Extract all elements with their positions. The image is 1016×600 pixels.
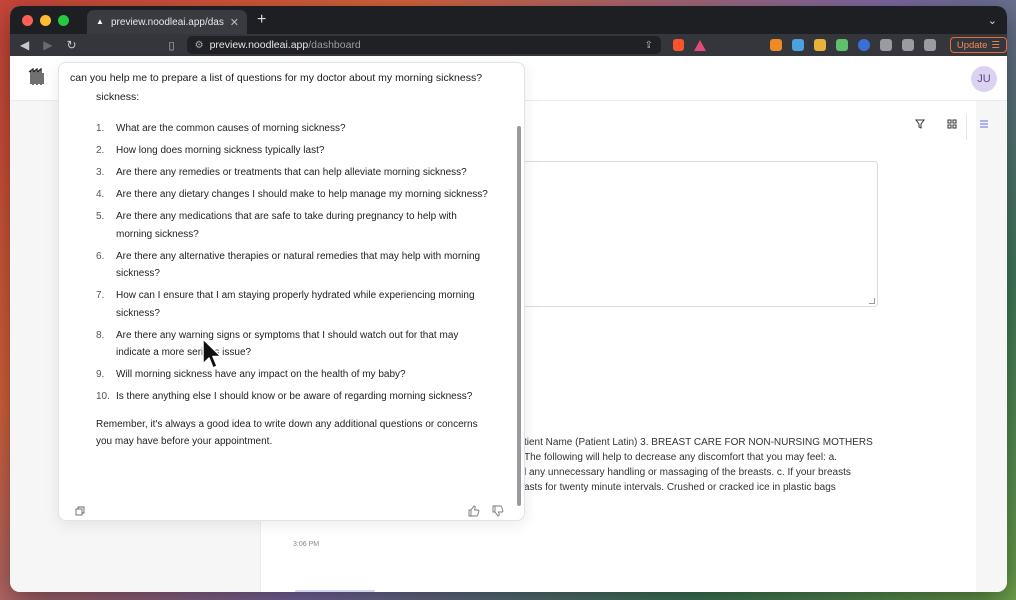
address-bar[interactable]: ⚙ preview.noodleai.app/dashboard ⇪ [186,36,661,54]
forward-icon[interactable]: ▶ [43,38,52,52]
list-text: How can I ensure that I am staying prope… [116,290,475,319]
avatar[interactable]: JU [971,66,997,92]
extensions [769,39,936,51]
document-line: asts for twenty minute intervals. Crushe… [524,482,836,493]
response-intro-fragment: sickness: [96,91,140,103]
bookmark-icon[interactable]: ▯ [169,39,175,52]
thumbs-up-icon[interactable] [468,505,480,517]
scroll-indicator [295,590,375,592]
response-content: sickness: 1. What are the common causes o… [96,91,496,451]
sidebar-icon[interactable] [901,39,914,51]
back-icon[interactable]: ◀ [20,38,29,52]
response-closing: Remember, it's always a good idea to wri… [96,418,478,448]
mouse-cursor-icon [202,338,222,369]
list-number: 8. [96,329,105,341]
document-line: l any unnecessary handling or massaging … [524,467,851,478]
minimize-window-button[interactable] [40,14,51,26]
list-view-icon[interactable] [979,119,989,132]
list-text: Is there anything else I should know or … [116,391,473,402]
list-item: 3. Are there any remedies or treatments t… [96,164,496,182]
browser-tab[interactable]: ▲ preview.noodleai.app/dashboa ✕ [87,10,247,34]
document-line: tient Name (Patient Latin) 3. BREAST CAR… [524,437,873,448]
chat-response-panel: can you help me to prepare a list of que… [58,62,525,521]
extension-icon[interactable] [791,39,804,51]
list-item: 4. Are there any dietary changes I should… [96,186,496,204]
list-number: 4. [96,189,105,200]
list-number: 5. [96,211,105,222]
list-item: 2. How long does morning sickness typical… [96,142,496,160]
user-question: can you help me to prepare a list of que… [70,72,483,84]
update-button[interactable]: Update ☰ [949,37,1007,53]
tab-list-chevron-icon[interactable]: ⌄ [988,14,997,27]
zoom-window-button[interactable] [58,14,69,26]
background-document-text: tient Name (Patient Latin) 3. BREAST CAR… [524,435,884,495]
browser-window: ▲ preview.noodleai.app/dashboa ✕ + ⌄ ◀ ▶… [10,6,1007,592]
list-text: Are there any medications that are safe … [116,211,457,240]
list-number: 3. [96,167,105,178]
app-page: JU tient Name (Patient Latin) 3. BREAST … [10,56,1007,592]
site-settings-icon[interactable]: ⚙ [195,40,204,51]
scrollbar[interactable] [517,126,521,506]
list-text: Are there any remedies or treatments tha… [116,167,467,178]
list-item: 6. Are there any alternative therapies or… [96,248,496,283]
puzzle-icon[interactable] [879,39,892,51]
extension-icon[interactable] [769,39,782,51]
brave-shields-icon[interactable] [672,39,684,51]
question-list: 1. What are the common causes of morning … [96,120,496,406]
list-item: 8. Are there any warning signs or symptom… [96,327,496,362]
list-text: Will morning sickness have any impact on… [116,369,406,380]
list-item: 7. How can I ensure that I am staying pro… [96,287,496,322]
document-line: The following will help to decrease any … [524,452,837,463]
brave-rewards-icon[interactable] [693,39,706,51]
note-textarea[interactable] [522,161,878,307]
list-number: 6. [96,250,105,262]
app-logo-icon[interactable] [28,68,44,86]
resize-handle-icon[interactable] [869,298,875,304]
copy-icon[interactable] [75,506,85,516]
extension-icon[interactable] [813,39,826,51]
list-text: How long does morning sickness typically… [116,145,325,156]
browser-toolbar: ◀ ▶ ↻ ▯ ⚙ preview.noodleai.app/dashboard… [10,34,1007,56]
list-item: 10. Is there anything else I should know … [96,388,496,406]
list-number: 7. [96,290,105,301]
grid-view-icon[interactable] [947,119,957,132]
list-number: 1. [96,123,105,134]
close-window-button[interactable] [22,14,33,26]
update-label: Update [956,39,988,51]
list-number: 10. [96,391,110,402]
list-text: Are there any alternative therapies or n… [116,250,481,280]
list-text: Are there any dietary changes I should m… [116,189,488,200]
extension-icon[interactable] [857,39,870,51]
wallet-icon[interactable] [923,39,936,51]
tab-bar: ▲ preview.noodleai.app/dashboa ✕ + ⌄ [10,6,1007,34]
filter-icon[interactable] [915,119,925,132]
window-controls [22,14,69,26]
message-timestamp: 3:06 PM [293,541,320,548]
nav-buttons: ◀ ▶ ↻ [20,38,77,52]
menu-icon: ☰ [991,39,1000,51]
new-tab-icon[interactable]: + [257,11,266,29]
thumbs-down-icon[interactable] [492,505,504,517]
list-text: What are the common causes of morning si… [116,123,346,134]
tab-favicon-icon: ▲ [96,17,104,26]
extension-icon[interactable] [835,39,848,51]
tab-title: preview.noodleai.app/dashboa [111,16,224,28]
url-host: preview.noodleai.app [209,39,309,51]
tab-close-icon[interactable]: ✕ [230,16,239,29]
list-text: Are there any warning signs or symptoms … [116,329,459,359]
reload-icon[interactable]: ↻ [66,38,76,52]
share-icon[interactable]: ⇪ [645,40,653,51]
list-item: 5. Are there any medications that are saf… [96,208,496,243]
list-item: 1. What are the common causes of morning … [96,120,496,138]
url-path: /dashboard [308,39,361,51]
view-controls [915,119,989,132]
list-number: 9. [96,369,105,380]
list-number: 2. [96,145,105,156]
list-item: 9. Will morning sickness have any impact … [96,366,496,384]
